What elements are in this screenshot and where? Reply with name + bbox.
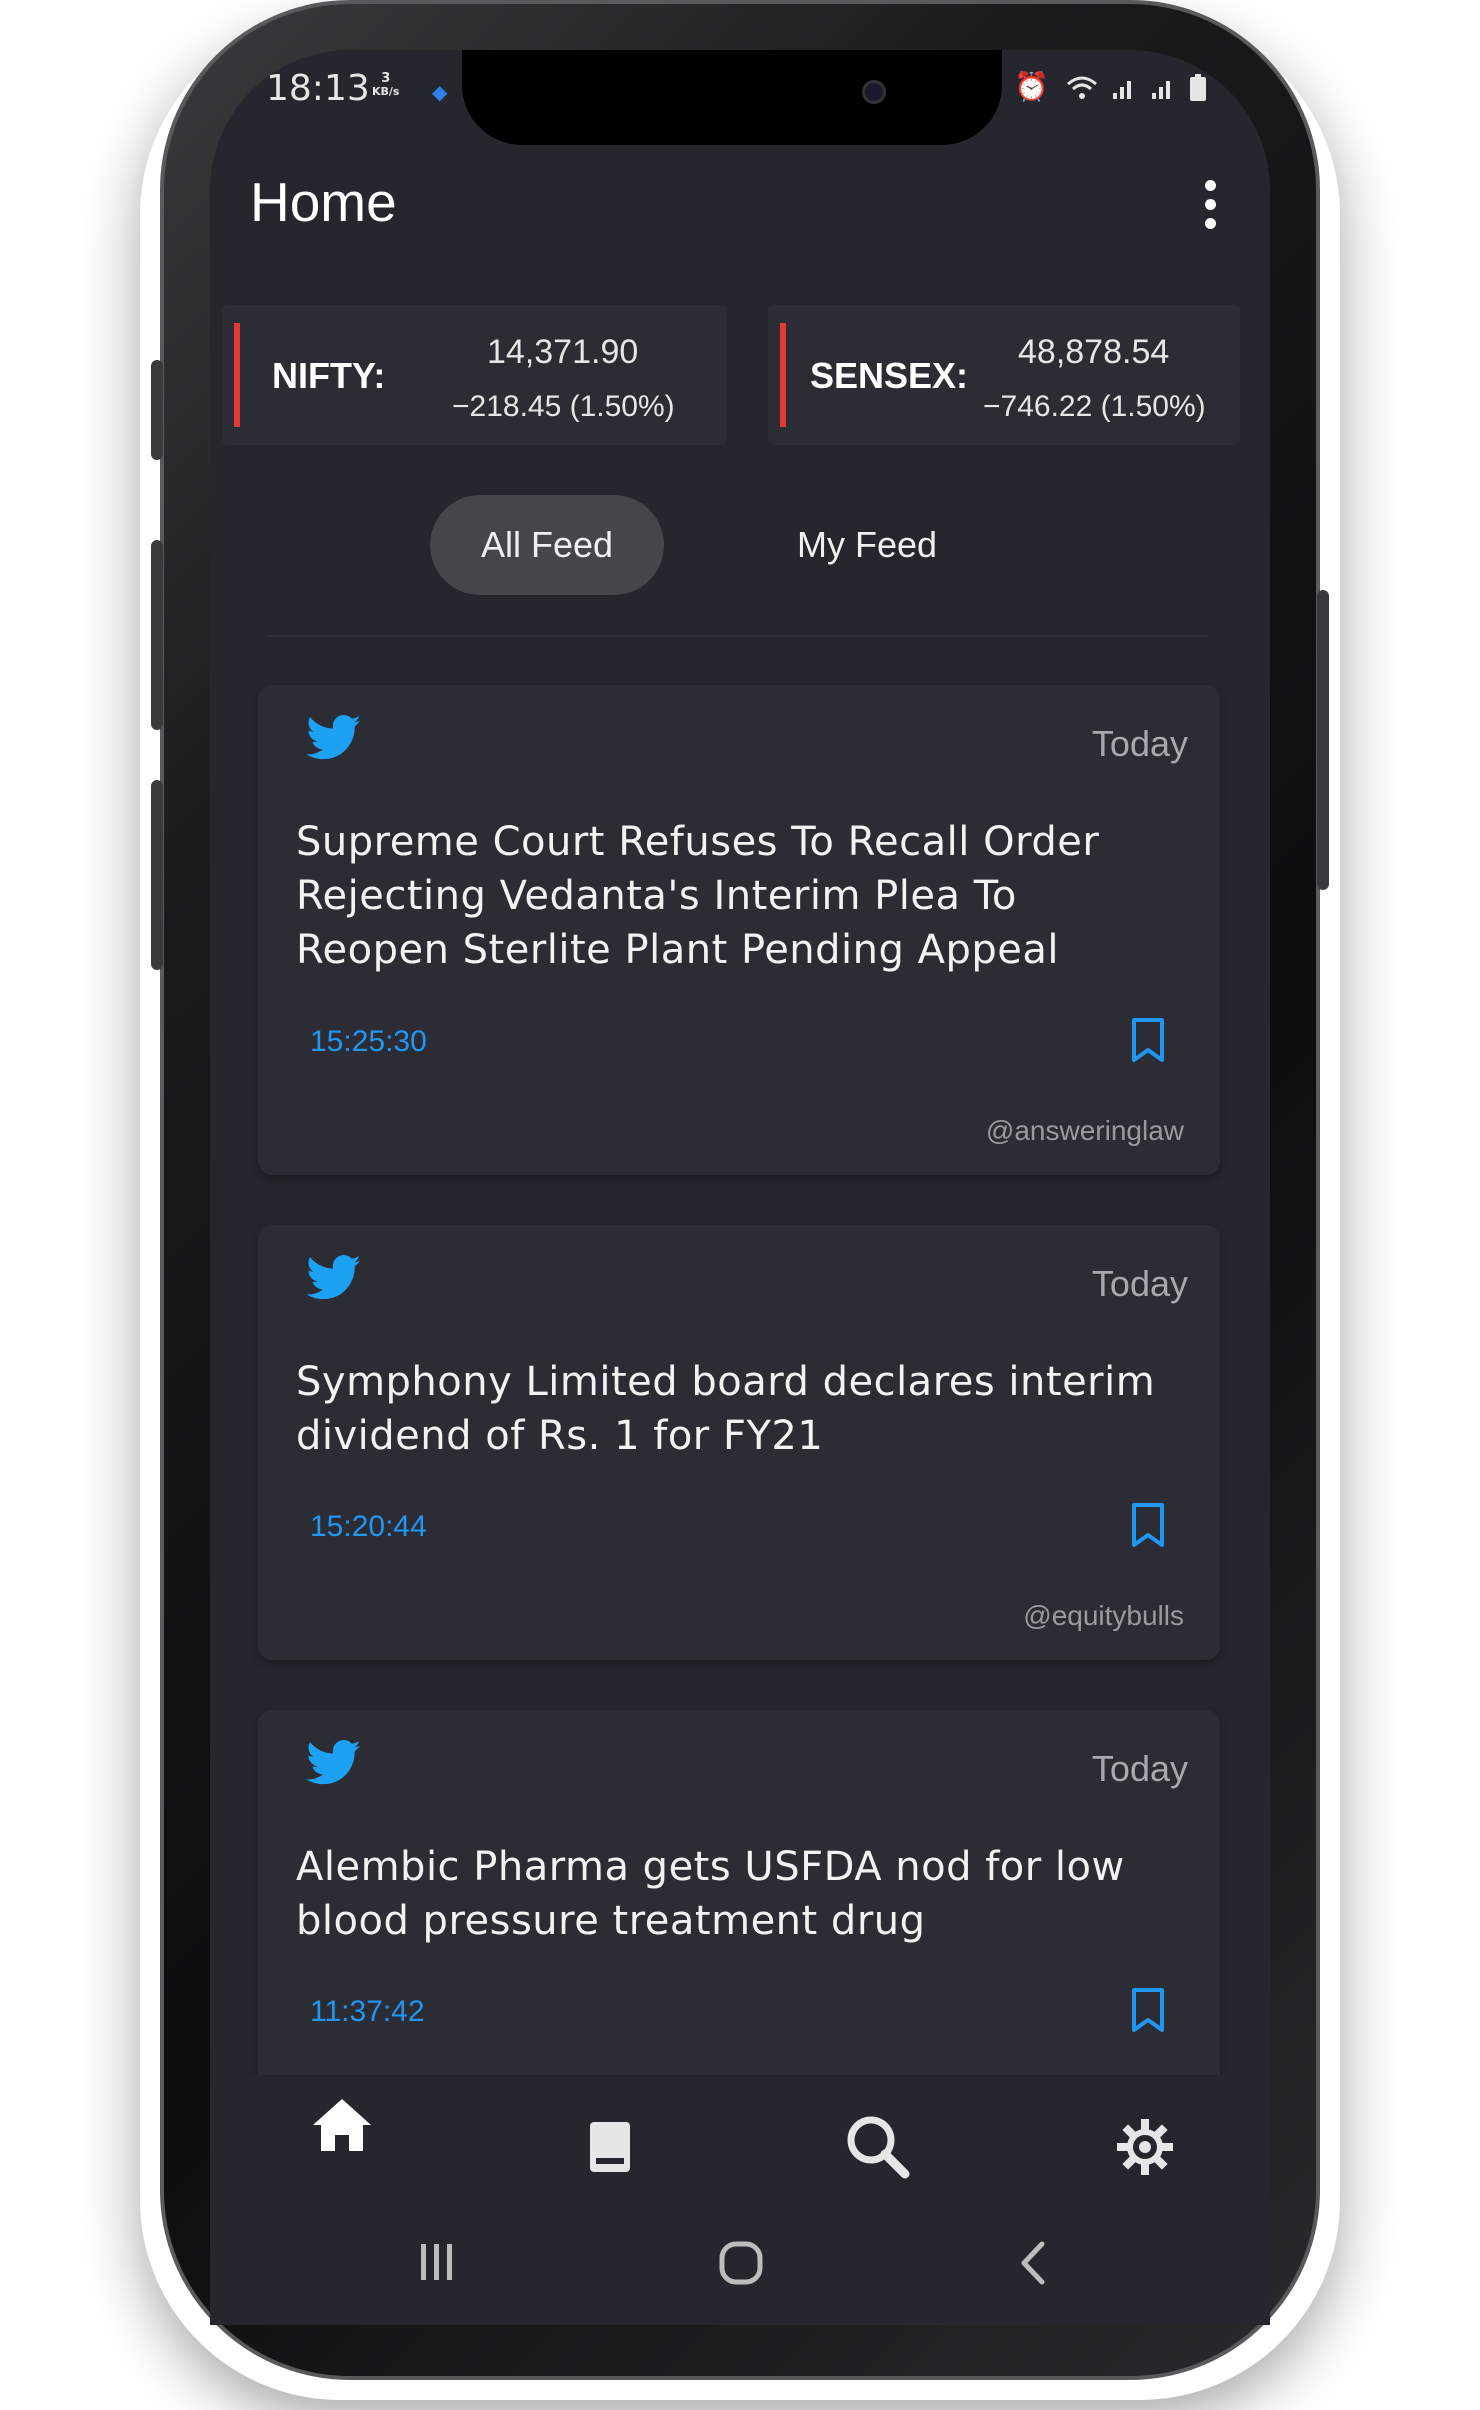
nav-settings[interactable] bbox=[1105, 2107, 1185, 2187]
battery-icon bbox=[1189, 70, 1207, 103]
index-label: NIFTY: bbox=[272, 355, 386, 396]
index-card-sensex[interactable]: SENSEX: 48,878.54 −746.22 (1.50%) bbox=[768, 305, 1240, 445]
power-button bbox=[1317, 590, 1329, 890]
alarm-icon: ⏰ bbox=[1014, 70, 1053, 103]
notification-dot-icon: ◆ bbox=[432, 80, 448, 104]
feed-card[interactable]: Today Supreme Court Refuses To Recall Or… bbox=[258, 685, 1220, 1175]
bookmark-icon[interactable] bbox=[1130, 1987, 1166, 2033]
trend-indicator bbox=[780, 323, 786, 427]
feed-headline[interactable]: Supreme Court Refuses To Recall Order Re… bbox=[296, 815, 1176, 977]
book-icon bbox=[590, 2122, 630, 2172]
tab-all-feed[interactable]: All Feed bbox=[430, 495, 664, 595]
index-value: 14,371.90 bbox=[487, 333, 639, 371]
page-title: Home bbox=[250, 171, 397, 233]
notch bbox=[462, 50, 1002, 145]
network-speed-value: 3 bbox=[381, 71, 391, 86]
tab-my-feed[interactable]: My Feed bbox=[752, 495, 982, 595]
nav-home[interactable] bbox=[302, 2085, 382, 2165]
bottom-nav bbox=[210, 2075, 1270, 2205]
back-icon[interactable] bbox=[1018, 2240, 1048, 2286]
divider bbox=[268, 635, 1208, 637]
feed-time: 11:37:42 bbox=[310, 1995, 425, 2028]
index-value: 48,878.54 bbox=[1018, 333, 1170, 371]
volume-down-button bbox=[151, 780, 163, 970]
feed-headline[interactable]: Alembic Pharma gets USFDA nod for low bl… bbox=[296, 1840, 1176, 1948]
network-speed: 3 KB/s bbox=[372, 72, 399, 98]
search-icon bbox=[847, 2116, 910, 2179]
feed-time: 15:25:30 bbox=[310, 1025, 427, 1058]
feed-handle[interactable]: @answeringlaw bbox=[986, 1115, 1184, 1147]
wifi-icon bbox=[1066, 70, 1111, 103]
feed-handle[interactable]: @equitybulls bbox=[1023, 1600, 1184, 1632]
home-circle-icon[interactable] bbox=[718, 2240, 764, 2286]
bookmark-icon[interactable] bbox=[1130, 1017, 1166, 1063]
settings-icon bbox=[1117, 2119, 1173, 2175]
index-change: −746.22 (1.50%) bbox=[983, 390, 1206, 423]
status-time: 18:13 bbox=[266, 68, 370, 109]
front-camera bbox=[862, 80, 886, 104]
trend-indicator bbox=[234, 323, 240, 427]
nav-search[interactable] bbox=[838, 2107, 918, 2187]
twitter-icon bbox=[306, 1255, 361, 1300]
signal-icon bbox=[1150, 70, 1189, 103]
twitter-icon bbox=[306, 715, 361, 760]
recents-icon[interactable] bbox=[415, 2240, 459, 2284]
bookmark-icon[interactable] bbox=[1130, 1502, 1166, 1548]
feed-headline[interactable]: Symphony Limited board declares interim … bbox=[296, 1355, 1176, 1463]
more-vert-icon[interactable] bbox=[1195, 180, 1225, 235]
volume-up-button bbox=[151, 540, 163, 730]
index-change: −218.45 (1.50%) bbox=[452, 390, 675, 423]
feed-card[interactable]: Today Symphony Limited board declares in… bbox=[258, 1225, 1220, 1660]
feed-time: 15:20:44 bbox=[310, 1510, 427, 1543]
system-nav bbox=[210, 2205, 1270, 2325]
feed-date: Today bbox=[1091, 1263, 1188, 1304]
feed-card[interactable]: Today Alembic Pharma gets USFDA nod for … bbox=[258, 1710, 1220, 2110]
action-button bbox=[151, 360, 163, 460]
network-speed-unit: KB/s bbox=[372, 85, 400, 98]
feed-date: Today bbox=[1091, 1748, 1188, 1789]
twitter-icon bbox=[306, 1740, 361, 1785]
home-icon bbox=[313, 2099, 371, 2151]
signal-icon bbox=[1111, 70, 1150, 103]
feed-date: Today bbox=[1091, 723, 1188, 764]
index-label: SENSEX: bbox=[810, 355, 969, 396]
nav-library[interactable] bbox=[570, 2107, 650, 2187]
index-card-nifty[interactable]: NIFTY: 14,371.90 −218.45 (1.50%) bbox=[222, 305, 727, 445]
status-icons: ⏰ bbox=[1014, 70, 1207, 103]
